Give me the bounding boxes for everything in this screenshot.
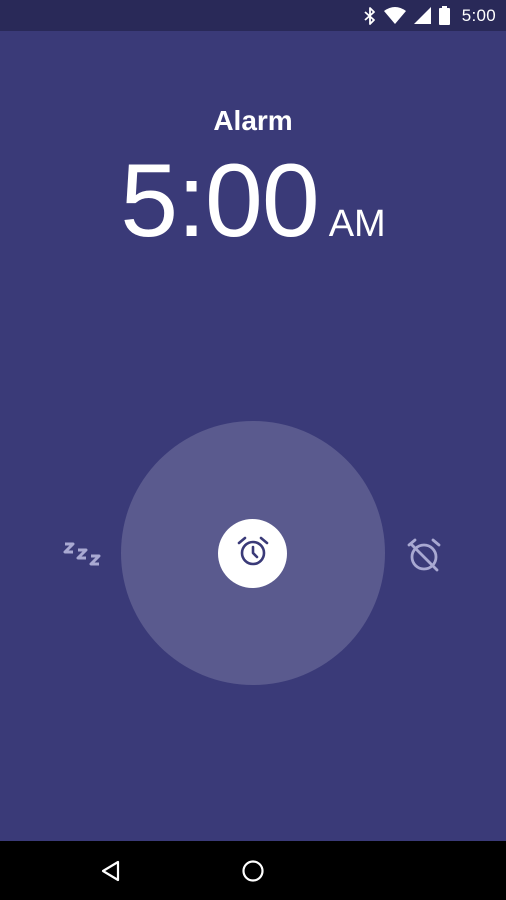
navigation-bar <box>0 841 506 900</box>
alarm-time-display: 5:00 AM <box>0 148 506 254</box>
status-bar: 5:00 <box>0 0 506 31</box>
signal-icon <box>413 7 431 24</box>
bluetooth-icon <box>364 6 376 25</box>
status-icons: 5:00 <box>364 0 496 31</box>
battery-icon <box>438 6 450 25</box>
snooze-icon[interactable] <box>62 536 104 572</box>
wifi-icon <box>383 7 406 24</box>
alarm-clock-icon <box>236 534 270 573</box>
alarm-ampm: AM <box>328 203 386 245</box>
back-icon[interactable] <box>99 859 123 883</box>
alarm-time: 5:00 <box>120 143 319 259</box>
status-time: 5:00 <box>461 5 496 25</box>
alarm-title: Alarm <box>213 105 293 136</box>
alarm-off-icon[interactable] <box>405 536 443 574</box>
alarm-drag-handle[interactable] <box>218 519 287 588</box>
home-icon[interactable] <box>241 859 265 883</box>
alarm-screen: 5:00 Alarm 5:00 AM <box>0 0 506 900</box>
